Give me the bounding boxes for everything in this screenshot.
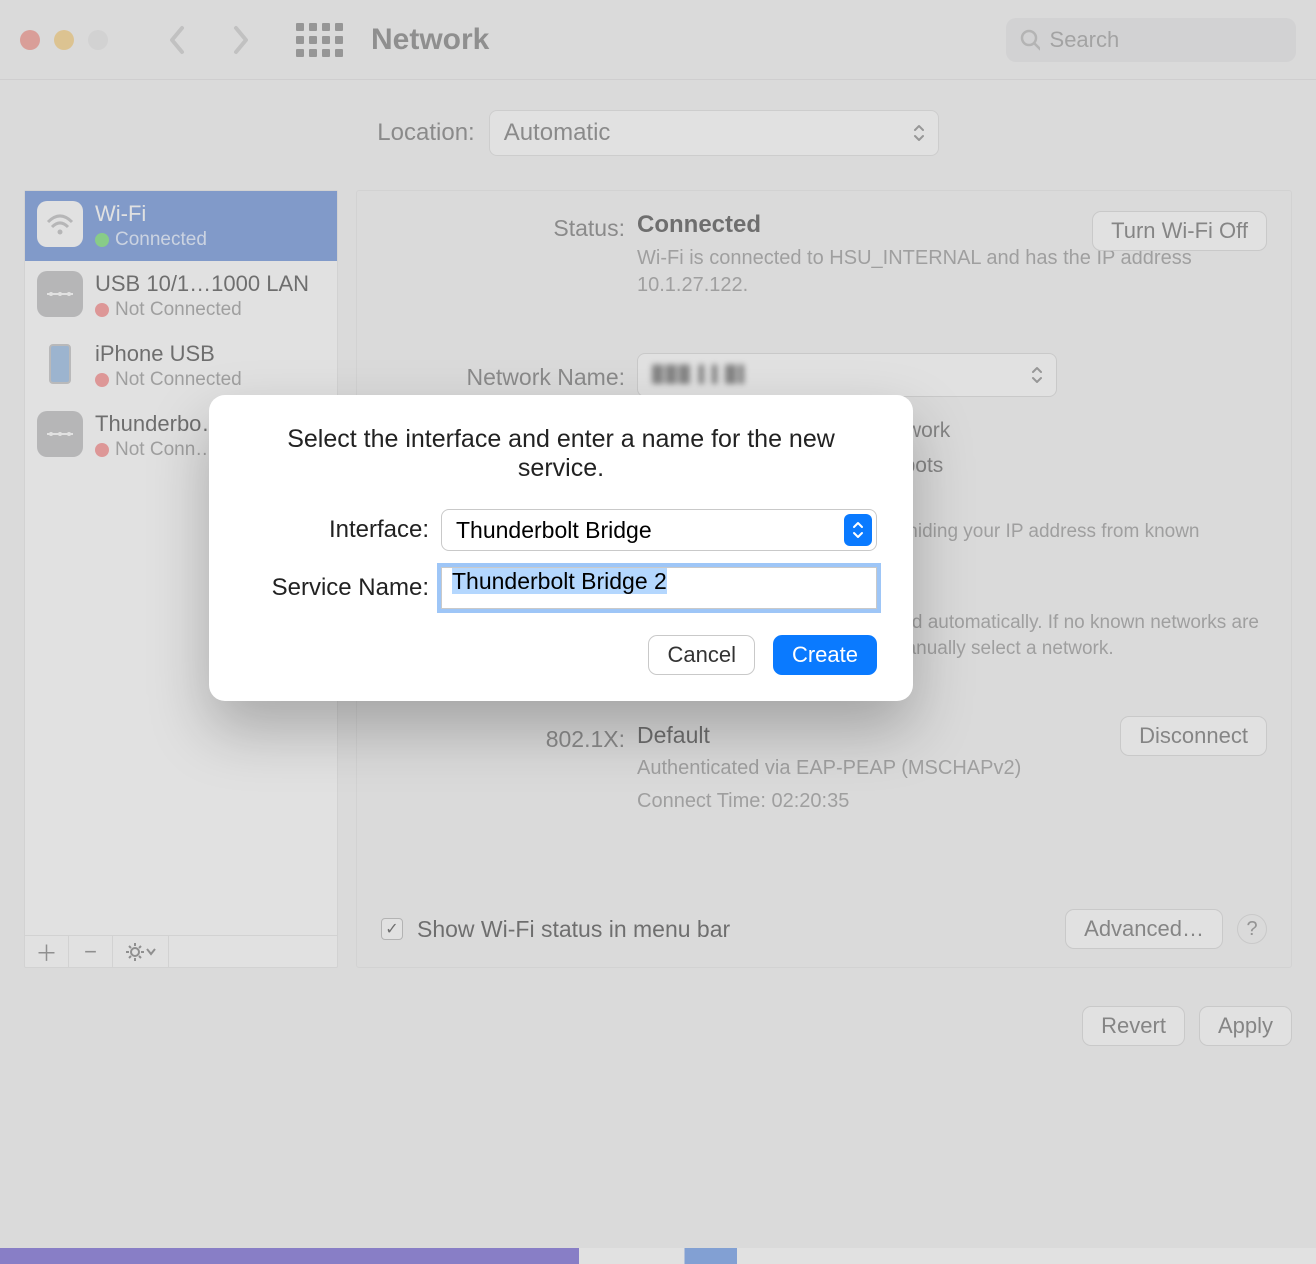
dialog-prompt: Select the interface and enter a name fo… (245, 425, 877, 483)
status-dot-icon (95, 443, 109, 457)
location-select[interactable]: Automatic (489, 110, 939, 156)
chevron-updown-icon (912, 123, 926, 143)
advanced-button[interactable]: Advanced… (1065, 909, 1223, 949)
back-button[interactable] (168, 25, 188, 55)
revert-button[interactable]: Revert (1082, 1006, 1185, 1046)
zoom-window[interactable] (88, 30, 108, 50)
search-icon (1020, 29, 1040, 51)
interface-select[interactable]: Thunderbolt Bridge (441, 509, 877, 551)
ethernet-icon (37, 411, 83, 457)
chevron-updown-icon (1030, 365, 1044, 385)
show-menu-label: Show Wi-Fi status in menu bar (417, 916, 730, 943)
network-name-label: Network Name: (381, 360, 637, 391)
sidebar-item-label: Wi-Fi (95, 201, 207, 227)
window-traffic-lights[interactable] (20, 30, 108, 50)
help-button[interactable]: ? (1237, 914, 1267, 944)
status-label: Status: (381, 211, 637, 242)
dock-strip (0, 1248, 1316, 1264)
remove-service-button[interactable]: − (69, 936, 113, 967)
status-description: Wi-Fi is connected to HSU_INTERNAL and h… (637, 245, 1267, 299)
interface-value: Thunderbolt Bridge (456, 517, 652, 544)
interface-label: Interface: (245, 516, 441, 544)
sidebar-item-usb-lan[interactable]: USB 10/1…1000 LAN Not Connected (25, 261, 337, 331)
network-name-select[interactable]: ███ ▌▌█▌ (637, 353, 1057, 397)
search-field[interactable] (1006, 18, 1296, 62)
all-preferences-icon[interactable] (296, 23, 343, 57)
wifi-icon (37, 201, 83, 247)
forward-button[interactable] (230, 25, 250, 55)
show-menu-checkbox[interactable]: ✓ (381, 918, 403, 940)
close-window[interactable] (20, 30, 40, 50)
location-label: Location: (377, 119, 474, 147)
create-button[interactable]: Create (773, 635, 877, 675)
gear-icon (126, 943, 144, 961)
add-service-button[interactable]: ＋ (25, 936, 69, 967)
dot1x-time: Connect Time: 02:20:35 (637, 788, 1267, 815)
status-dot-icon (95, 373, 109, 387)
ethernet-icon (37, 271, 83, 317)
search-input[interactable] (1050, 27, 1282, 53)
sidebar-item-label: Thunderbo… (95, 411, 223, 437)
sidebar-item-iphone-usb[interactable]: iPhone USB Not Connected (25, 331, 337, 401)
chevron-updown-icon (844, 514, 872, 546)
disconnect-button[interactable]: Disconnect (1120, 716, 1267, 756)
sidebar-item-label: USB 10/1…1000 LAN (95, 271, 309, 297)
wifi-toggle-button[interactable]: Turn Wi-Fi Off (1092, 211, 1267, 251)
new-service-dialog: Select the interface and enter a name fo… (209, 395, 913, 701)
chevron-down-icon (146, 948, 156, 956)
apply-button[interactable]: Apply (1199, 1006, 1292, 1046)
status-dot-icon (95, 303, 109, 317)
service-name-input[interactable]: Thunderbolt Bridge 2 (441, 567, 877, 609)
service-actions-menu[interactable] (113, 936, 169, 967)
minimize-window[interactable] (54, 30, 74, 50)
sidebar-item-wifi[interactable]: Wi-Fi Connected (25, 191, 337, 261)
service-name-value: Thunderbolt Bridge 2 (452, 568, 667, 594)
service-name-label: Service Name: (245, 574, 441, 602)
dot1x-label: 802.1X: (381, 722, 637, 753)
dot1x-auth: Authenticated via EAP-PEAP (MSCHAPv2) (637, 755, 1267, 782)
window-title: Network (371, 23, 489, 57)
sidebar-item-label: iPhone USB (95, 341, 242, 367)
iphone-icon (37, 341, 83, 387)
cancel-button[interactable]: Cancel (648, 635, 754, 675)
network-name-value: ███ ▌▌█▌ (652, 366, 752, 384)
location-value: Automatic (504, 119, 611, 147)
status-dot-icon (95, 233, 109, 247)
